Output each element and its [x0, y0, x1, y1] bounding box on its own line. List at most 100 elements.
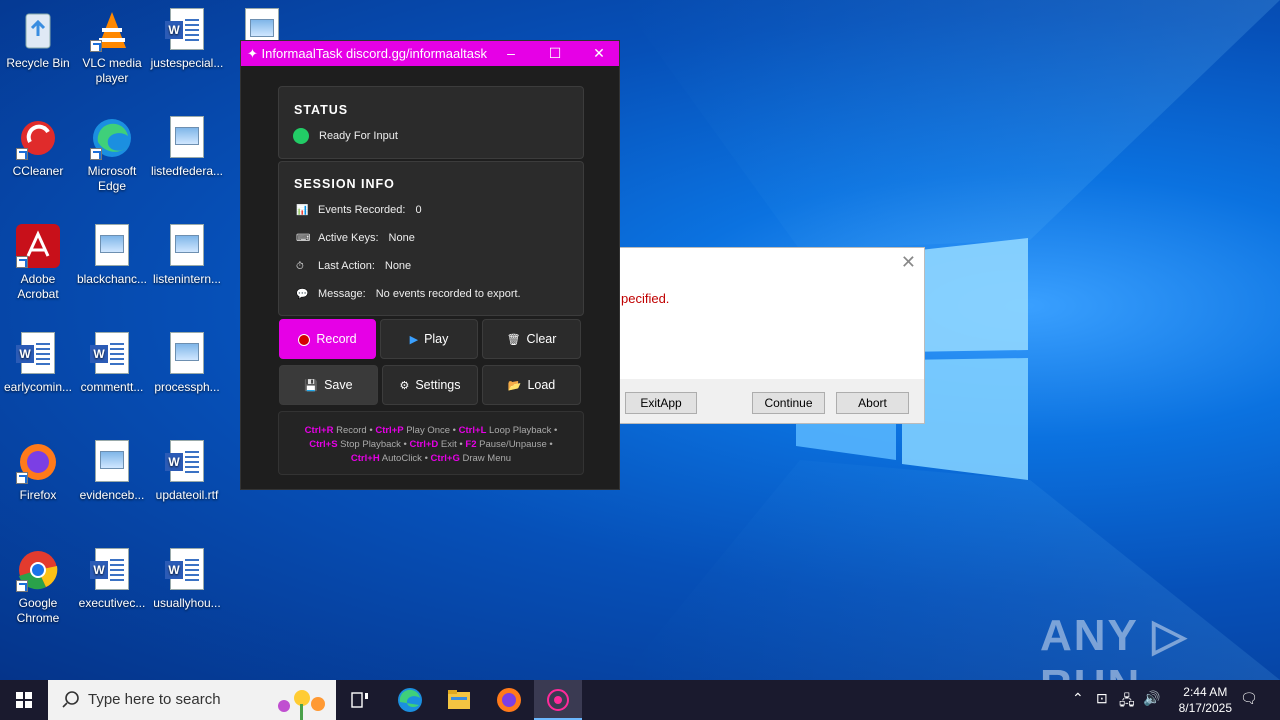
desktop-icon-adobe-acrobat[interactable]: Adobe Acrobat — [0, 224, 76, 302]
hotkey-desc: Pause/Unpause • — [476, 439, 553, 450]
desktop: Recycle Bin CCleaner Adobe Acrobat W ear… — [0, 0, 1280, 680]
image-file-icon — [90, 224, 134, 268]
exitapp-button[interactable]: ExitApp — [625, 392, 697, 414]
shortcut-arrow-icon — [16, 580, 28, 592]
hotkeys-help: Ctrl+R Record • Ctrl+P Play Once • Ctrl+… — [278, 411, 584, 475]
abort-button[interactable]: Abort — [836, 392, 909, 414]
desktop-icon-label: Firefox — [19, 488, 57, 502]
desktop-icon-ccleaner[interactable]: CCleaner — [0, 116, 76, 179]
firefox-icon — [16, 440, 60, 484]
status-text: Ready For Input — [319, 129, 398, 142]
status-indicator-icon — [293, 128, 309, 144]
desktop-icon-processph[interactable]: processph... — [149, 332, 225, 395]
play-button[interactable]: ▶ Play — [380, 319, 478, 359]
speech-bubble-icon: 💬 — [296, 289, 309, 300]
start-button[interactable] — [0, 680, 48, 720]
recycle-bin-icon — [16, 8, 60, 52]
folder-icon — [448, 690, 470, 709]
hotkey-desc: Draw Menu — [459, 453, 512, 464]
sparkle-icon: ✦ — [247, 46, 262, 61]
events-recorded-row: 📊 Events Recorded: 0 — [296, 204, 422, 216]
taskbar-file-explorer[interactable] — [435, 680, 483, 720]
message-label: Message: — [318, 288, 366, 300]
vlc-icon — [90, 8, 134, 52]
desktop-icon-label: executivec... — [78, 596, 146, 610]
settings-button[interactable]: ⚙ Settings — [382, 365, 478, 405]
taskbar-search-box[interactable]: Type here to search — [48, 680, 336, 720]
close-button[interactable]: ✕ — [577, 41, 621, 66]
desktop-icon-label: listenintern... — [152, 272, 222, 286]
desktop-icon-label: processph... — [154, 380, 220, 394]
desktop-icon-blackchanc[interactable]: blackchanc... — [74, 224, 150, 287]
flowers-decoration-icon — [278, 690, 325, 720]
taskbar-firefox[interactable] — [485, 680, 533, 720]
keys-label: Active Keys: — [318, 232, 379, 244]
anyrun-watermark: ANY ▷ RUN — [1040, 611, 1189, 680]
desktop-icon-firefox[interactable]: Firefox — [0, 440, 76, 503]
desktop-icon-usuallyhou[interactable]: W usuallyhou... — [149, 548, 225, 611]
edge-icon — [90, 116, 134, 160]
load-button[interactable]: 📂 Load — [482, 365, 581, 405]
desktop-icon-label: listedfedera... — [150, 164, 224, 178]
desktop-icon-microsoft-edge[interactable]: Microsoft Edge — [74, 116, 150, 194]
desktop-icon-executivec[interactable]: W executivec... — [74, 548, 150, 611]
record-icon — [298, 333, 311, 346]
network-icon[interactable]: ⊡ — [1096, 690, 1108, 707]
hotkey: Ctrl+D — [409, 439, 439, 450]
error-dialog: ✕ pecified. ExitApp Continue Abort — [606, 247, 925, 424]
desktop-icon-commentt[interactable]: W commentt... — [74, 332, 150, 395]
desktop-icon-label: Microsoft Edge — [87, 164, 137, 193]
save-label: Save — [324, 378, 353, 392]
dialog-message: pecified. — [621, 291, 670, 306]
desktop-icon-google-chrome[interactable]: Google Chrome — [0, 548, 76, 626]
volume-icon[interactable]: 🔊 — [1143, 690, 1160, 707]
search-placeholder: Type here to search — [88, 691, 221, 708]
image-file-icon — [165, 332, 209, 376]
desktop-icon-evidenceb[interactable]: evidenceb... — [74, 440, 150, 503]
stopwatch-icon: ⏱ — [296, 261, 304, 272]
desktop-icon-listenintern[interactable]: listenintern... — [149, 224, 225, 287]
desktop-icon-justespecial[interactable]: W justespecial... — [149, 8, 225, 71]
shortcut-arrow-icon — [90, 148, 102, 160]
desktop-icon-earlycomin[interactable]: W earlycomin... — [0, 332, 76, 395]
chevron-up-icon[interactable]: ⌃ — [1072, 690, 1084, 707]
desktop-icon-label: VLC media player — [82, 56, 142, 85]
acrobat-icon — [16, 224, 60, 268]
session-info-panel: SESSION INFO 📊 Events Recorded: 0 ⌨ Active … — [278, 161, 584, 316]
desktop-icon-recycle-bin[interactable]: Recycle Bin — [0, 8, 76, 71]
events-label: Events Recorded: — [318, 204, 406, 216]
taskbar-edge[interactable] — [386, 680, 434, 720]
desktop-icon-label: blackchanc... — [76, 272, 148, 286]
play-icon: ▶ — [409, 333, 419, 346]
monitor-network-icon[interactable]: 🖧 — [1119, 690, 1135, 714]
status-row: Ready For Input — [293, 128, 398, 144]
notification-icon[interactable]: 🗨 — [1240, 690, 1258, 707]
image-file-icon — [90, 440, 134, 484]
record-button[interactable]: Record — [279, 319, 376, 359]
taskbar-informaaltask[interactable] — [534, 680, 582, 720]
save-button[interactable]: 💾 Save — [279, 365, 378, 405]
desktop-icon-updateoil[interactable]: W updateoil.rtf — [149, 440, 225, 503]
desktop-icon-listedfedera[interactable]: listedfedera... — [149, 116, 225, 179]
clock-date: 8/17/2025 — [1178, 701, 1232, 715]
desktop-icon-label: earlycomin... — [3, 380, 73, 394]
clear-button[interactable]: 🗑 Clear — [482, 319, 581, 359]
informaaltask-window: ✦ InformaalTask discord.gg/informaaltask… — [240, 40, 620, 490]
informaaltask-app-icon — [547, 689, 569, 711]
chart-icon: 📊 — [296, 205, 309, 216]
settings-label: Settings — [415, 378, 461, 392]
windows-start-icon — [16, 692, 32, 708]
desktop-icon-vlc[interactable]: VLC media player — [74, 8, 150, 86]
last-action-row: ⏱ Last Action: None — [296, 260, 411, 272]
continue-button[interactable]: Continue — [752, 392, 825, 414]
title-bar[interactable]: ✦ InformaalTask discord.gg/informaaltask… — [241, 41, 619, 66]
word-document-icon: W — [16, 332, 60, 376]
minimize-button[interactable]: – — [489, 41, 533, 66]
keys-value: None — [388, 232, 415, 244]
close-icon[interactable]: ✕ — [901, 252, 916, 273]
shortcut-arrow-icon — [16, 256, 28, 268]
word-document-icon: W — [90, 332, 134, 376]
task-view-button[interactable] — [336, 680, 384, 720]
maximize-button[interactable]: ☐ — [533, 41, 577, 66]
taskbar-clock[interactable]: 2:44 AM 8/17/2025 — [1179, 684, 1232, 716]
